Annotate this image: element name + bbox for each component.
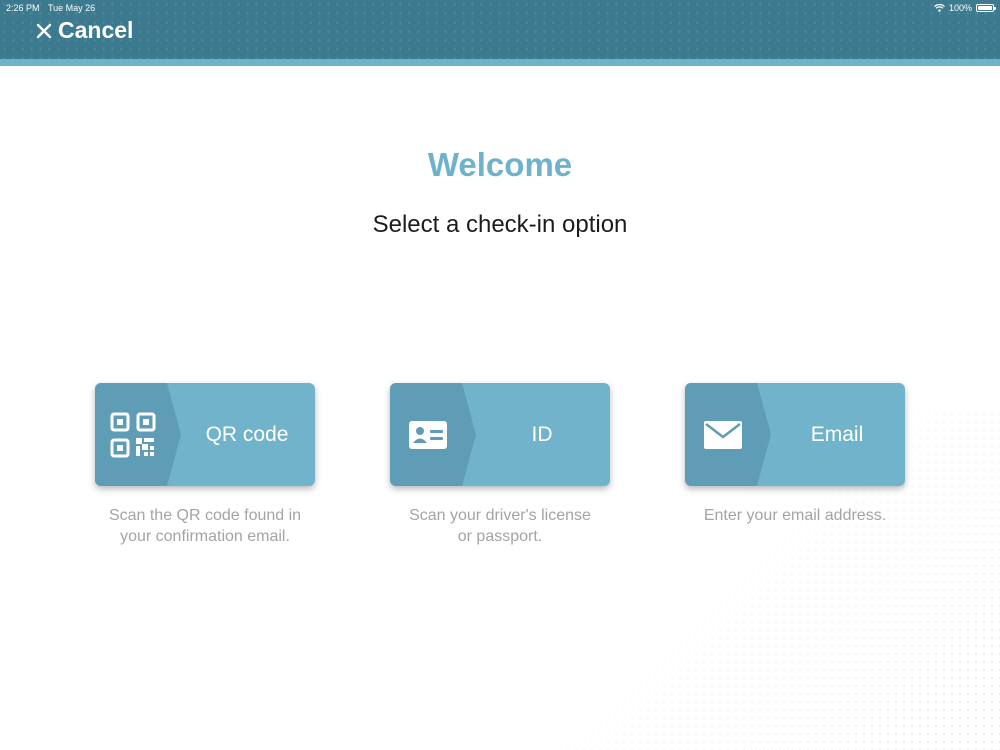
- qr-code-icon-area: [95, 383, 185, 486]
- close-icon: [36, 23, 52, 39]
- id-card-icon: [390, 383, 466, 486]
- cancel-label: Cancel: [58, 17, 134, 43]
- status-date: Tue May 26: [48, 3, 96, 13]
- option-email: Email Enter your email address.: [685, 383, 905, 526]
- header-accent-strip: [0, 59, 1000, 66]
- email-icon-area: [685, 383, 775, 486]
- battery-icon: [976, 4, 996, 12]
- id-button[interactable]: ID: [390, 383, 610, 486]
- email-description: Enter your email address.: [685, 505, 905, 526]
- page-title: Welcome: [427, 146, 573, 183]
- id-description-line-1: Scan your driver's license: [409, 507, 591, 524]
- id-description-line-2: or passport.: [457, 528, 543, 545]
- qr-code-description-line-1: Scan the QR code found in: [108, 507, 302, 524]
- qr-code-button[interactable]: QR code: [95, 383, 315, 486]
- status-time: 2:26 PM: [6, 3, 40, 13]
- email-description-line-1: Enter your email address.: [703, 507, 887, 524]
- id-label: ID: [531, 423, 553, 446]
- cancel-button[interactable]: Cancel: [36, 17, 133, 44]
- check-in-screen: 2:26 PM Tue May 26 100% Cancel Welcome S…: [0, 0, 1000, 750]
- qr-code-icon: [95, 383, 171, 486]
- option-qr-code: QR code Scan the QR code found in your c…: [95, 383, 315, 547]
- status-indicators: 100%: [934, 0, 996, 16]
- email-label: Email: [810, 423, 864, 446]
- status-bar: 2:26 PM Tue May 26 100%: [0, 0, 1000, 16]
- qr-code-label: QR code: [205, 423, 289, 446]
- envelope-icon: [685, 383, 761, 486]
- qr-code-description-line-2: your confirmation email.: [120, 528, 290, 545]
- page-subtitle: Select a check-in option: [372, 211, 628, 238]
- email-button[interactable]: Email: [685, 383, 905, 486]
- qr-code-description: Scan the QR code found in your confirmat…: [95, 505, 315, 547]
- battery-percentage: 100%: [948, 3, 972, 13]
- option-id: ID Scan your driver's license or passpor…: [390, 383, 610, 547]
- id-description: Scan your driver's license or passport.: [390, 505, 610, 547]
- id-icon-area: [390, 383, 480, 486]
- wifi-icon: [934, 4, 945, 12]
- header-bar: 2:26 PM Tue May 26 100% Cancel: [0, 0, 1000, 59]
